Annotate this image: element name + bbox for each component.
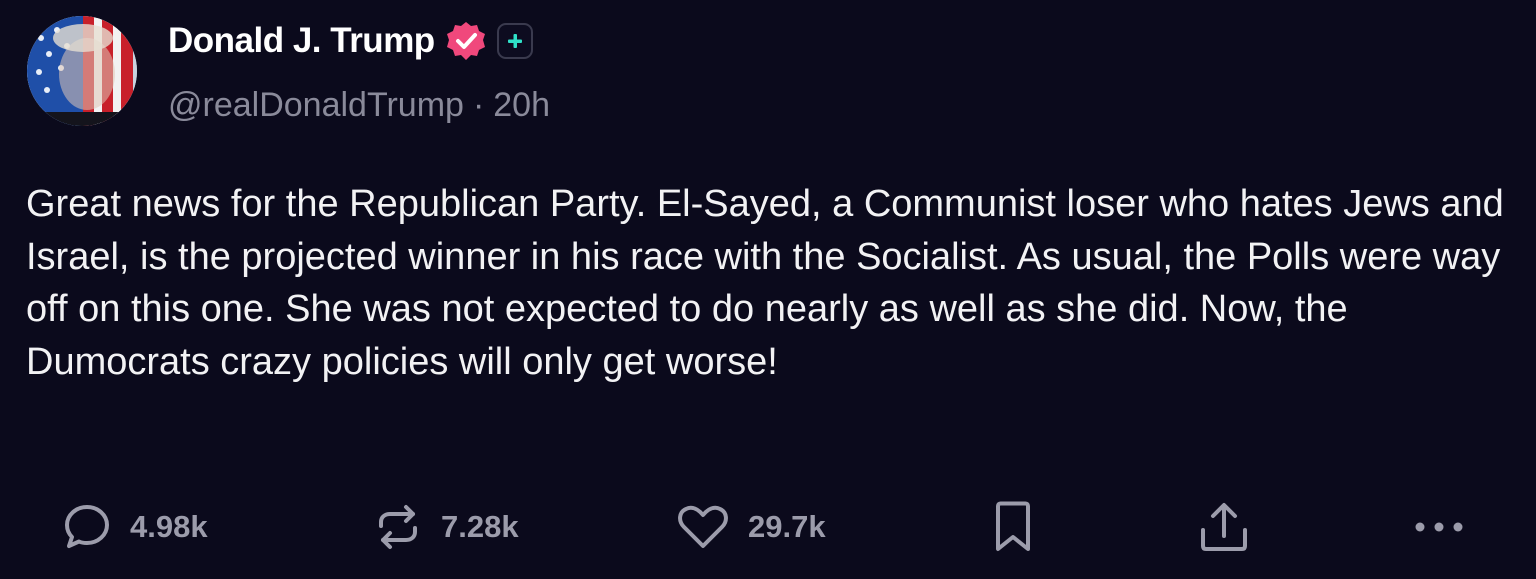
author-display-name[interactable]: Donald J. Trump [168, 21, 435, 61]
share-upload-icon [1201, 503, 1247, 551]
plus-badge [496, 23, 533, 59]
reply-count: 4.98k [130, 509, 208, 544]
avatar-image [27, 16, 137, 126]
like-button[interactable]: 29.7k [676, 495, 826, 559]
post-text: Great news for the Republican Party. El-… [26, 183, 1504, 383]
heart-icon [678, 505, 728, 548]
post-card: Donald J. Trump @realDonaldTrump · 20h G… [0, 0, 1536, 579]
author-name-row: Donald J. Trump [168, 16, 533, 66]
repost-arrows-icon [379, 505, 417, 549]
author-meta-row: @realDonaldTrump · 20h [168, 80, 550, 130]
meta-separator: · [472, 85, 485, 124]
more-dots-icon [1415, 522, 1463, 532]
bookmark-icon [996, 501, 1030, 551]
reply-button[interactable]: 4.98k [62, 495, 208, 559]
comment-bubble-icon [65, 505, 109, 548]
bookmark-button[interactable] [990, 495, 1036, 559]
like-count: 29.7k [748, 509, 826, 544]
author-avatar[interactable] [27, 16, 137, 126]
more-options-button[interactable] [1412, 495, 1466, 559]
repost-count: 7.28k [441, 509, 519, 544]
action-bar: 4.98k 7.28k 29.7k [0, 495, 1536, 559]
share-button[interactable] [1198, 495, 1250, 559]
plus-badge-icon [507, 34, 522, 48]
post-timestamp[interactable]: 20h [493, 86, 550, 125]
author-handle[interactable]: @realDonaldTrump [168, 86, 464, 125]
repost-button[interactable]: 7.28k [373, 495, 519, 559]
verified-check-icon [446, 22, 485, 60]
